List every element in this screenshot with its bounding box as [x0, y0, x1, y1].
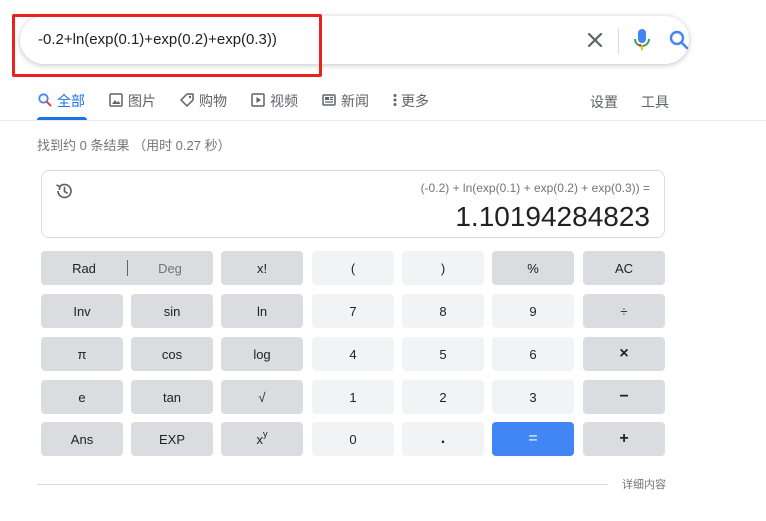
calculator-expression: (-0.2) + ln(exp(0.1) + exp(0.2) + exp(0.… [420, 181, 650, 195]
digit-5-button[interactable]: 5 [402, 337, 484, 371]
factorial-button[interactable]: x! [221, 251, 303, 285]
digit-6-button[interactable]: 6 [492, 337, 574, 371]
ans-button[interactable]: Ans [41, 422, 123, 456]
image-icon [109, 93, 123, 107]
tab-shopping[interactable]: 购物 [179, 91, 227, 123]
sqrt-button[interactable]: √ [221, 380, 303, 414]
tab-more[interactable]: 更多 [391, 91, 429, 123]
digit-8-button[interactable]: 8 [402, 294, 484, 328]
e-button[interactable]: e [41, 380, 123, 414]
tab-label: 新闻 [341, 93, 369, 109]
percent-button[interactable]: % [492, 251, 574, 285]
minus-button[interactable]: − [583, 380, 665, 414]
left-paren-button[interactable]: ( [312, 251, 394, 285]
search-bar[interactable]: -0.2+ln(exp(0.1)+exp(0.2)+exp(0.3)) [20, 16, 689, 64]
more-details-link[interactable]: 详细内容 [622, 476, 666, 492]
plus-button[interactable]: + [583, 422, 665, 456]
tab-label: 购物 [199, 93, 227, 109]
right-paren-button[interactable]: ) [402, 251, 484, 285]
digit-1-button[interactable]: 1 [312, 380, 394, 414]
rad-button[interactable]: Rad [41, 251, 127, 285]
microphone-icon[interactable] [630, 27, 654, 53]
exp-button[interactable]: EXP [131, 422, 213, 456]
tab-label: 全部 [57, 93, 85, 109]
power-exponent: y [263, 429, 268, 439]
search-icon [38, 93, 52, 107]
search-input[interactable]: -0.2+ln(exp(0.1)+exp(0.2)+exp(0.3)) [38, 31, 277, 48]
sin-button[interactable]: sin [131, 294, 213, 328]
digit-0-button[interactable]: 0 [312, 422, 394, 456]
tabs-divider [0, 120, 766, 121]
pi-button[interactable]: π [41, 337, 123, 371]
tab-images[interactable]: 图片 [108, 91, 156, 123]
cos-button[interactable]: cos [131, 337, 213, 371]
rad-deg-toggle[interactable]: Rad Deg [41, 251, 213, 285]
digit-9-button[interactable]: 9 [492, 294, 574, 328]
digit-4-button[interactable]: 4 [312, 337, 394, 371]
tab-news[interactable]: 新闻 [321, 91, 369, 123]
tab-label: 图片 [128, 93, 156, 109]
search-icon[interactable] [667, 28, 691, 52]
digit-7-button[interactable]: 7 [312, 294, 394, 328]
play-icon [251, 93, 265, 107]
tools-link[interactable]: 工具 [641, 92, 669, 112]
decimal-button[interactable]: . [402, 422, 484, 456]
equals-button[interactable]: = [492, 422, 574, 456]
result-stats: 找到约 0 条结果 （用时 0.27 秒） [37, 138, 231, 153]
close-icon[interactable] [583, 28, 607, 52]
calculator-display: (-0.2) + ln(exp(0.1) + exp(0.2) + exp(0.… [41, 170, 665, 238]
digit-3-button[interactable]: 3 [492, 380, 574, 414]
footer-divider [37, 484, 608, 485]
newspaper-icon [322, 94, 336, 106]
digit-2-button[interactable]: 2 [402, 380, 484, 414]
search-divider [618, 28, 619, 54]
all-clear-button[interactable]: AC [583, 251, 665, 285]
tab-label: 视频 [270, 93, 298, 109]
tab-label: 更多 [401, 93, 429, 109]
deg-button[interactable]: Deg [127, 251, 213, 285]
history-icon[interactable] [54, 181, 74, 201]
tan-button[interactable]: tan [131, 380, 213, 414]
multiply-button[interactable]: × [583, 337, 665, 371]
calculator-result: 1.10194284823 [455, 201, 650, 232]
log-button[interactable]: log [221, 337, 303, 371]
inverse-button[interactable]: Inv [41, 294, 123, 328]
tag-icon [180, 93, 194, 107]
more-vert-icon [393, 94, 397, 106]
tab-videos[interactable]: 视频 [250, 91, 298, 123]
settings-link[interactable]: 设置 [590, 92, 618, 112]
ln-button[interactable]: ln [221, 294, 303, 328]
power-button[interactable]: xy [221, 422, 303, 456]
divide-button[interactable]: ÷ [583, 294, 665, 328]
